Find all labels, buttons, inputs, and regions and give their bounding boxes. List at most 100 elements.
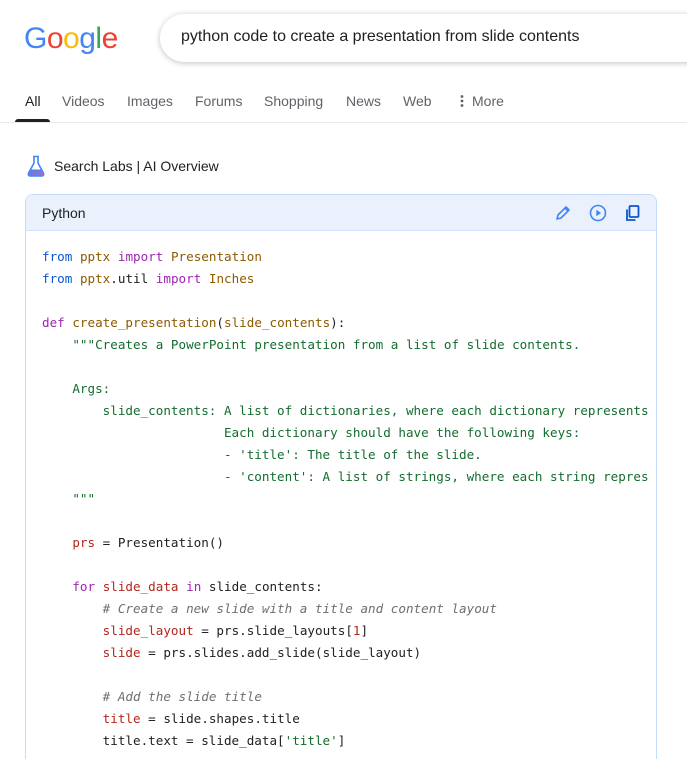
copy-icon[interactable] xyxy=(623,203,643,223)
code-line: Args: xyxy=(42,378,649,400)
code-token: ( xyxy=(216,315,224,330)
code-token: slide xyxy=(102,645,141,660)
logo-letter: o xyxy=(63,22,80,55)
code-block: Python from pptx import Presentation from… xyxy=(25,194,657,759)
labs-flask-icon xyxy=(27,155,45,177)
code-token: """ xyxy=(42,491,96,506)
tab-web[interactable]: Web xyxy=(403,93,432,109)
code-token: title xyxy=(102,711,141,726)
code-token: from xyxy=(42,271,73,286)
search-input[interactable]: python code to create a presentation fro… xyxy=(181,28,579,46)
code-token: Each dictionary should have the followin… xyxy=(42,425,581,440)
code-token: for xyxy=(72,579,96,594)
logo-letter: e xyxy=(101,22,119,55)
code-line: - 'title': The title of the slide. xyxy=(42,444,649,466)
code-token: Inches xyxy=(208,271,255,286)
code-language-label: Python xyxy=(42,205,86,221)
code-token: from xyxy=(42,249,73,264)
code-token: - 'title': The title of the slide. xyxy=(42,447,482,462)
code-block-header: Python xyxy=(26,195,656,231)
ai-overview-header: Search Labs | AI Overview xyxy=(26,155,219,177)
code-line: title.text = slide_data['title'] xyxy=(42,730,649,752)
tab-more-label: More xyxy=(472,93,504,109)
code-line: # Create a new slide with a title and co… xyxy=(42,598,649,620)
tab-videos[interactable]: Videos xyxy=(62,93,105,109)
tab-all[interactable]: All xyxy=(25,93,41,109)
tab-news[interactable]: News xyxy=(346,93,381,109)
code-line: slide_contents: A list of dictionaries, … xyxy=(42,400,649,422)
tab-images[interactable]: Images xyxy=(127,93,173,109)
code-token: ] xyxy=(337,733,346,748)
code-line: """ xyxy=(42,488,649,510)
code-line: from pptx.util import Inches xyxy=(42,268,649,290)
logo-letter: G xyxy=(24,22,47,55)
edit-icon[interactable] xyxy=(553,203,573,223)
search-box[interactable]: python code to create a presentation fro… xyxy=(160,14,687,62)
code-token: = prs.slides.add_slide(slide_layout) xyxy=(140,645,422,660)
code-line: slide_layout = prs.slide_layouts[1] xyxy=(42,620,649,642)
code-line: prs = Presentation() xyxy=(42,532,649,554)
code-token: def xyxy=(42,315,65,330)
code-token: ] xyxy=(360,623,369,638)
logo-letter: o xyxy=(46,22,64,55)
search-tabs: All Videos Images Forums Shopping News W… xyxy=(0,80,687,123)
code-line: from pptx import Presentation xyxy=(42,246,649,268)
google-logo[interactable]: Google xyxy=(24,22,118,56)
code-token: slide_contents: A list of dictionaries, … xyxy=(42,403,649,418)
code-token: title.text = slide_data[ xyxy=(42,733,285,748)
code-token: = prs.slide_layouts[ xyxy=(193,623,353,638)
logo-letter: g xyxy=(79,22,96,55)
tab-shopping[interactable]: Shopping xyxy=(264,93,323,109)
code-token: slide_data xyxy=(102,579,179,594)
code-token: in xyxy=(186,579,202,594)
code-line: slide = prs.slides.add_slide(slide_layou… xyxy=(42,642,649,664)
code-token: import xyxy=(117,249,164,264)
code-token: 1 xyxy=(352,623,361,638)
code-content: from pptx import Presentation from pptx.u… xyxy=(42,246,649,752)
code-line: title = slide.shapes.title xyxy=(42,708,649,730)
code-token: ): xyxy=(330,315,346,330)
code-token: .util xyxy=(110,271,156,286)
code-line: """Creates a PowerPoint presentation fro… xyxy=(42,334,649,356)
code-token: Args: xyxy=(42,381,111,396)
code-token: slide_layout xyxy=(102,623,194,638)
code-token: = slide.shapes.title xyxy=(140,711,300,726)
code-token: pptx xyxy=(79,271,111,286)
code-line: # Add the slide title xyxy=(42,686,649,708)
code-token: Presentation xyxy=(170,249,262,264)
code-token: slide_contents: xyxy=(201,579,323,594)
tab-more[interactable]: More xyxy=(458,93,504,109)
code-token: """Creates a PowerPoint presentation fro… xyxy=(72,337,581,352)
code-token: # Create a new slide with a title and co… xyxy=(102,601,497,616)
code-token: - 'content': A list of strings, where ea… xyxy=(42,469,649,484)
tab-forums[interactable]: Forums xyxy=(195,93,242,109)
code-line: Each dictionary should have the followin… xyxy=(42,422,649,444)
code-line: - 'content': A list of strings, where ea… xyxy=(42,466,649,488)
active-tab-indicator xyxy=(15,119,50,122)
code-token: prs xyxy=(72,535,96,550)
code-token: import xyxy=(155,271,202,286)
ai-overview-label: Search Labs | AI Overview xyxy=(54,158,219,174)
code-token: # Add the slide title xyxy=(102,689,262,704)
code-token: pptx xyxy=(79,249,111,264)
play-icon[interactable] xyxy=(588,203,608,223)
